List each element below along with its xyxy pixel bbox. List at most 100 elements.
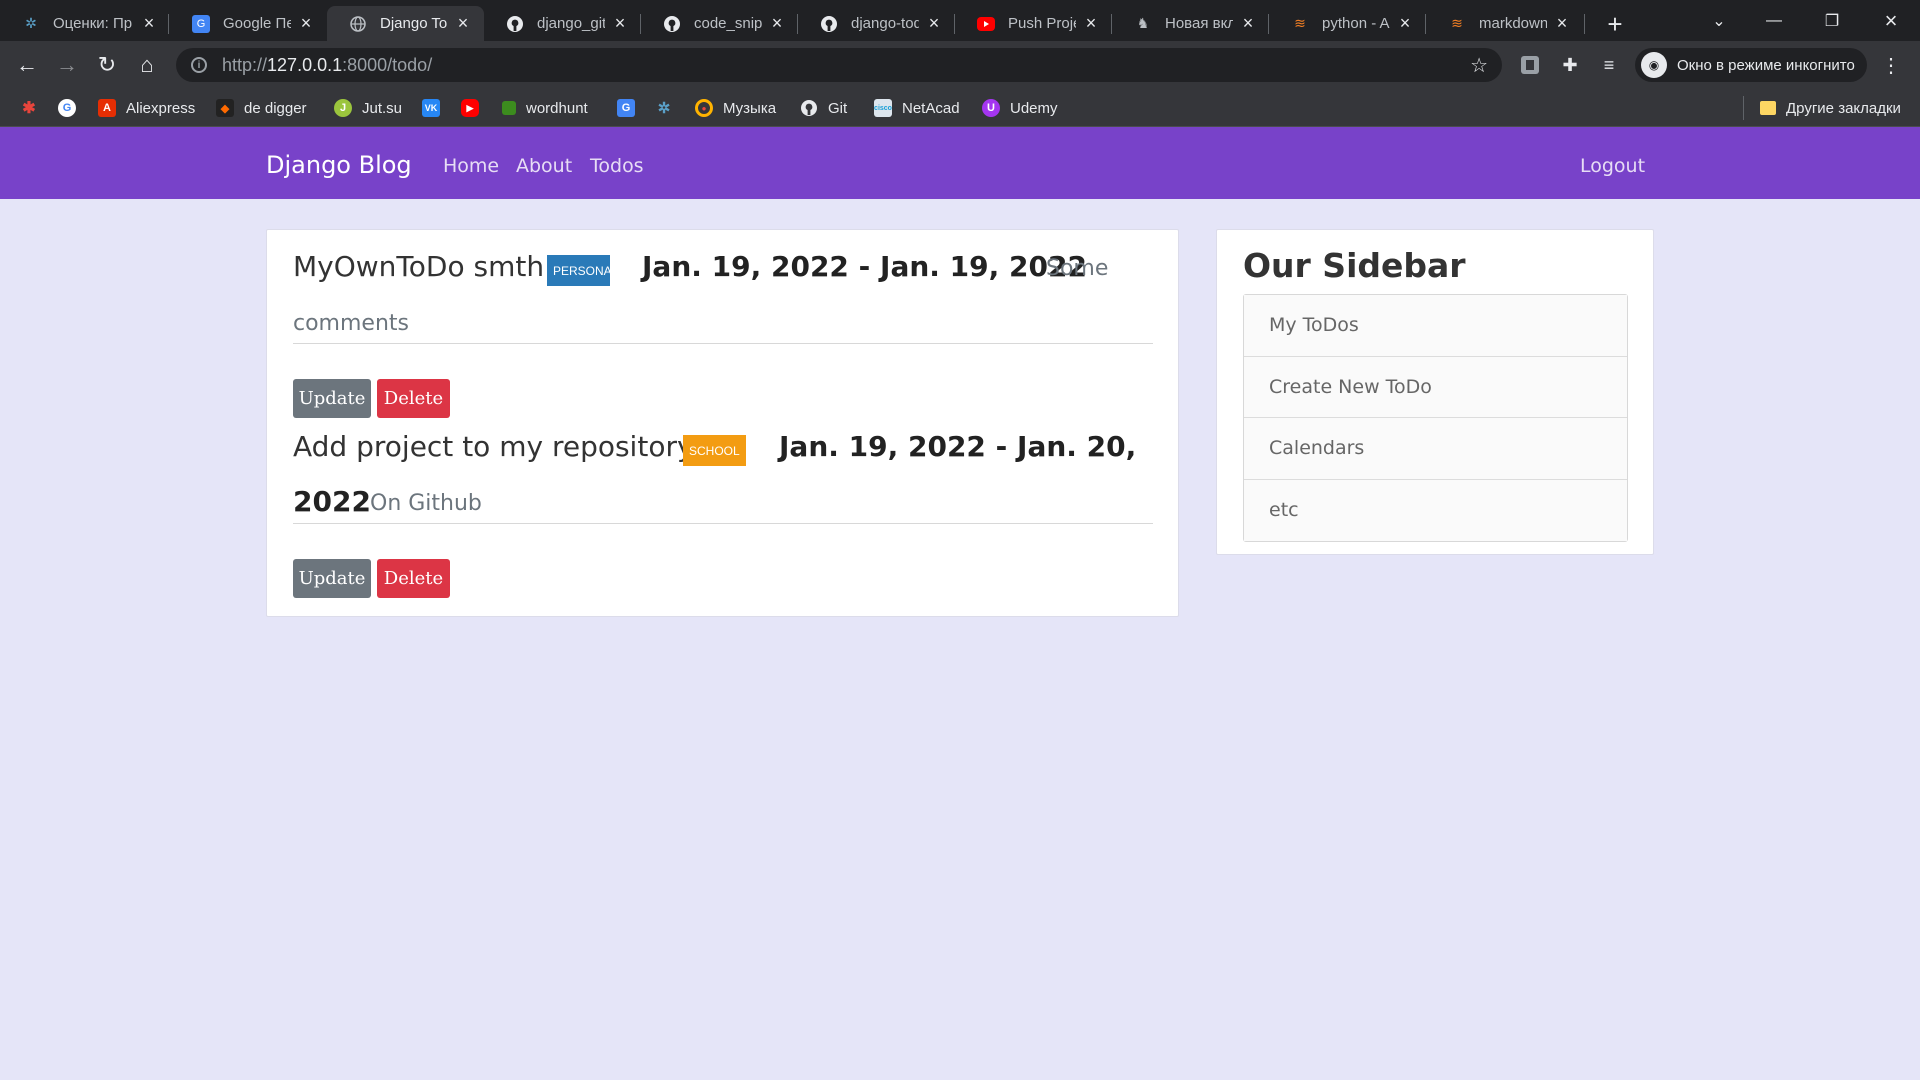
sidebar-card: Our Sidebar My ToDos Create New ToDo Cal… — [1216, 229, 1654, 555]
todo-dates: 2022 — [293, 485, 371, 518]
close-icon[interactable]: × — [768, 13, 786, 33]
logout-link[interactable]: Logout — [1580, 155, 1645, 177]
nav-link-home[interactable]: Home — [443, 155, 499, 177]
browser-tab[interactable]: Push Projec × — [955, 6, 1112, 41]
delete-button[interactable]: Delete — [377, 559, 450, 598]
todo-list-card: MyOwnToDo smth PERSONAL Jan. 19, 2022 - … — [266, 229, 1179, 617]
incognito-icon: ♞ — [1136, 15, 1150, 31]
forward-button[interactable]: → — [50, 48, 84, 82]
bookmark-item[interactable]: ◆ de digger — [216, 97, 307, 119]
browser-tab-strip: ✲ Оценки: Пр × G Google Пер × Django ToD… — [0, 0, 1920, 41]
update-button[interactable]: Update — [293, 379, 371, 418]
delete-button[interactable]: Delete — [377, 379, 450, 418]
google-translate-icon: G — [617, 99, 635, 117]
browser-tab[interactable]: django-tod × — [798, 6, 955, 41]
globe-icon — [349, 15, 367, 33]
browser-tab[interactable]: G Google Пер × — [170, 6, 327, 41]
media-queue-icon[interactable]: ≡ — [1596, 52, 1622, 78]
browser-tab[interactable]: ♞ Новая вкла × — [1112, 6, 1269, 41]
info-icon[interactable]: i — [191, 57, 207, 73]
bookmark-item[interactable]: A Aliexpress — [98, 97, 195, 119]
sidebar-list: My ToDos Create New ToDo Calendars etc — [1243, 294, 1628, 542]
aliexpress-icon: A — [98, 99, 116, 117]
bookmark-item[interactable]: Git — [800, 97, 847, 119]
bookmark-item[interactable]: ✱ — [20, 97, 48, 119]
extension-icon[interactable] — [1517, 52, 1543, 78]
todo-dates: Jan. 19, 2022 - Jan. 20, — [779, 430, 1137, 463]
bookmark-item[interactable]: ● Музыка — [695, 97, 776, 119]
todo-title: Add project to my repository — [293, 430, 694, 463]
github-icon — [820, 15, 838, 33]
youtube-icon — [977, 15, 995, 33]
bookmark-item[interactable]: G — [617, 97, 645, 119]
category-badge: SCHOOL — [683, 435, 746, 466]
browser-tab[interactable]: ≋ markdown × — [1426, 6, 1583, 41]
google-translate-icon: G — [192, 14, 210, 33]
divider — [293, 343, 1153, 344]
google-icon: G — [58, 99, 76, 117]
bookmark-item[interactable]: wordhunt — [502, 97, 588, 119]
browser-tab-active[interactable]: Django ToD × — [327, 6, 484, 41]
close-icon[interactable]: × — [925, 13, 943, 33]
wordhunt-icon — [502, 101, 516, 115]
folder-icon — [1760, 101, 1776, 115]
sidebar-title: Our Sidebar — [1243, 246, 1466, 285]
tab-divider — [168, 14, 169, 34]
sidebar-item-my-todos[interactable]: My ToDos — [1244, 295, 1627, 357]
nav-link-about[interactable]: About — [516, 155, 572, 177]
brand-link[interactable]: Django Blog — [266, 151, 412, 179]
tab-search-icon[interactable]: ⌄ — [1690, 0, 1748, 41]
sidebar-item-calendars[interactable]: Calendars — [1244, 418, 1627, 480]
bookmark-item[interactable]: ✲ — [655, 97, 683, 119]
close-icon[interactable]: × — [297, 13, 315, 33]
restore-button[interactable]: ❐ — [1803, 0, 1861, 41]
todo-comment: Some — [1046, 256, 1109, 281]
other-bookmarks[interactable]: Другие закладки — [1760, 97, 1901, 119]
todo-title: MyOwnToDo smth — [293, 250, 545, 283]
bookmark-item[interactable]: G — [58, 97, 86, 119]
puzzle-icon[interactable]: ✚ — [1557, 52, 1583, 78]
todo-comment: On Github — [370, 491, 482, 516]
browser-tab[interactable]: django_git_ × — [484, 6, 641, 41]
new-tab-button[interactable]: + — [1599, 8, 1631, 40]
de-digger-icon: ◆ — [216, 99, 234, 117]
youtube-icon: ▶ — [461, 99, 479, 117]
bookmark-item[interactable]: J Jut.su — [334, 97, 402, 119]
minimize-button[interactable]: — — [1745, 0, 1803, 41]
colorful-app-icon: ✱ — [22, 100, 36, 117]
todo-comment: comments — [293, 311, 409, 336]
sidebar-item-etc[interactable]: etc — [1244, 479, 1627, 541]
url-text[interactable]: http://127.0.0.1:8000/todo/ — [222, 55, 432, 76]
bookmark-item[interactable]: VK — [422, 97, 450, 119]
bookmarks-divider — [1743, 96, 1744, 120]
browser-tab[interactable]: code_snipp × — [641, 6, 798, 41]
nav-link-todos[interactable]: Todos — [590, 155, 644, 177]
close-icon[interactable]: × — [454, 13, 472, 33]
bookmark-item[interactable]: ▶ — [461, 97, 489, 119]
address-bar[interactable]: i http://127.0.0.1:8000/todo/ ☆ — [176, 48, 1502, 82]
bookmark-star-icon[interactable]: ☆ — [1470, 53, 1488, 78]
close-icon[interactable]: × — [1553, 13, 1571, 33]
bookmark-item[interactable]: cisco NetAcad — [874, 97, 960, 119]
close-icon[interactable]: × — [1082, 13, 1100, 33]
stackoverflow-icon: ≋ — [1451, 15, 1463, 31]
browser-tab[interactable]: ≋ python - Ac × — [1269, 6, 1426, 41]
close-icon[interactable]: × — [1396, 13, 1414, 33]
github-icon — [800, 99, 818, 117]
site-navbar: Django Blog Home About Todos Logout — [0, 127, 1920, 199]
bookmark-item[interactable]: U Udemy — [982, 97, 1058, 119]
close-icon[interactable]: × — [140, 13, 158, 33]
incognito-indicator[interactable]: ◉ Окно в режиме инкогнито — [1635, 48, 1867, 82]
back-button[interactable]: ← — [10, 48, 44, 82]
close-icon[interactable]: × — [611, 13, 629, 33]
sidebar-item-create-new-todo[interactable]: Create New ToDo — [1244, 356, 1627, 418]
jutsu-icon: J — [334, 99, 352, 117]
bookmarks-bar: ✱ G A Aliexpress ◆ de digger J Jut.su VK… — [0, 89, 1920, 127]
close-icon[interactable]: × — [1239, 13, 1257, 33]
update-button[interactable]: Update — [293, 559, 371, 598]
reload-button[interactable]: ↻ — [90, 48, 124, 82]
browser-tab[interactable]: ✲ Оценки: Пр × — [0, 6, 170, 41]
close-window-button[interactable]: × — [1862, 0, 1920, 41]
home-button[interactable]: ⌂ — [130, 48, 164, 82]
more-menu-icon[interactable]: ⋮ — [1878, 52, 1904, 78]
